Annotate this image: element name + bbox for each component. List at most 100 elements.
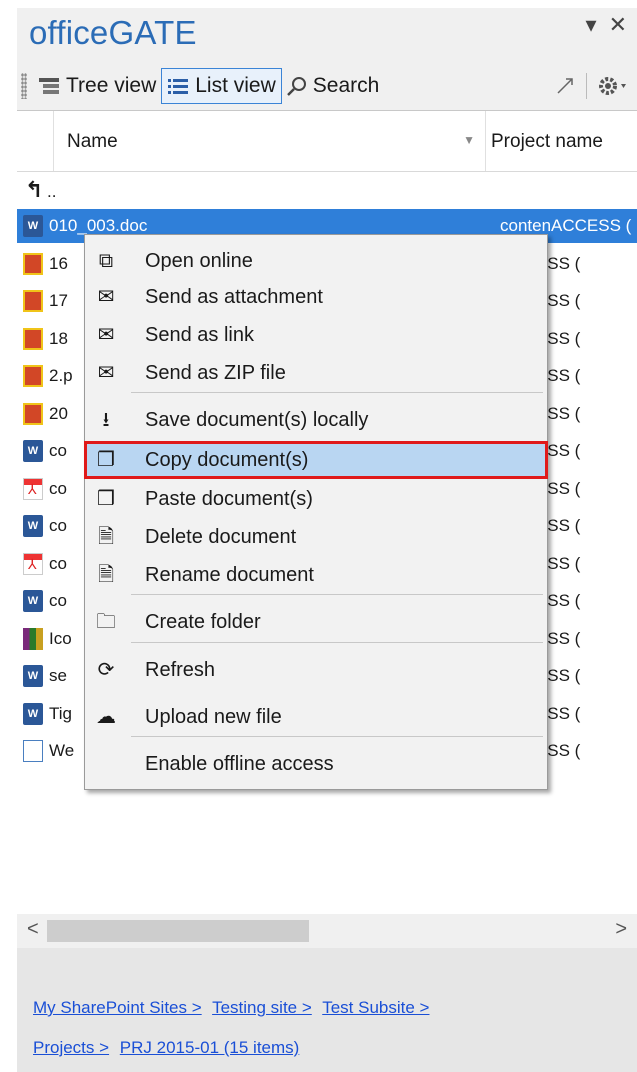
open-external-icon: ⧉: [98, 250, 114, 272]
context-menu: ⧉ Open online ✉ Send as attachment ✉ Send as …: [84, 234, 548, 790]
paste-icon: ❒: [97, 488, 115, 510]
search-icon: [286, 77, 306, 96]
word-icon: W: [23, 590, 43, 612]
name-column-header[interactable]: Name ▼: [53, 111, 486, 171]
archive-icon: [23, 627, 43, 650]
menu-item-label: Copy document(s): [145, 449, 309, 471]
file-name: co: [49, 591, 67, 610]
delete-document-icon: 🗎: [97, 526, 115, 548]
rename-document-icon: 🗎: [97, 564, 115, 586]
menu-separator: [131, 594, 543, 595]
scroll-thumb[interactable]: [47, 920, 309, 942]
menu-item-send-as-link[interactable]: ✉ Send as link: [85, 317, 547, 353]
list-view-label: List view: [195, 74, 276, 97]
upload-cloud-icon: ☁: [96, 706, 116, 728]
menu-item-label: Save document(s) locally: [145, 409, 369, 431]
menu-item-label: Send as link: [145, 324, 254, 346]
toolbar: Tree view List view Search: [17, 64, 637, 108]
menu-item-save-document-s-locally[interactable]: ⭳ Save document(s) locally: [85, 402, 547, 438]
menu-item-delete-document[interactable]: 🗎 Delete document: [85, 519, 547, 555]
up-arrow-icon: ↰: [25, 177, 44, 202]
collapse-icon[interactable]: [554, 75, 576, 97]
file-name: 010_003.doc: [49, 216, 148, 235]
pdf-icon: [23, 477, 43, 500]
breadcrumb-testing-site[interactable]: Testing site >: [212, 998, 312, 1017]
breadcrumb-projects[interactable]: Projects >: [33, 1038, 109, 1057]
file-name: co: [49, 553, 67, 573]
file-name: co: [49, 516, 67, 535]
powerpoint-icon: [23, 252, 43, 275]
menu-separator: [131, 736, 543, 737]
breadcrumb-test-subsite[interactable]: Test Subsite >: [322, 998, 429, 1017]
word-icon: W: [23, 215, 43, 237]
search-button[interactable]: Search: [282, 69, 385, 103]
close-icon[interactable]: ✕: [609, 12, 627, 38]
file-name: 18: [49, 328, 68, 348]
refresh-icon: ⟳: [97, 659, 115, 681]
parent-folder-label: ..: [47, 182, 57, 201]
menu-item-label: Create folder: [145, 611, 261, 633]
breadcrumb-my-sharepoint-sites[interactable]: My SharePoint Sites >: [33, 998, 202, 1017]
file-name: Tig: [49, 703, 72, 723]
menu-item-label: Refresh: [145, 659, 216, 681]
menu-item-label: Paste document(s): [145, 488, 313, 510]
mail-attachment-icon: ✉: [97, 286, 115, 308]
menu-item-label: Rename document: [145, 564, 314, 586]
menu-item-label: Enable offline access: [145, 753, 334, 775]
menu-item-upload-new-file[interactable]: ☁ Upload new file: [85, 699, 547, 735]
menu-item-paste-document-s[interactable]: ❒ Paste document(s): [85, 481, 547, 517]
parent-folder-row[interactable]: ↰ ..: [17, 175, 637, 209]
toolbar-right: [554, 73, 627, 99]
menu-separator: [131, 392, 543, 393]
word-icon: W: [23, 665, 43, 687]
mail-zip-icon: ✉: [97, 362, 115, 384]
menu-item-label: Delete document: [145, 526, 297, 548]
toolbar-grip[interactable]: [21, 73, 27, 99]
name-column-label: Name: [67, 131, 118, 152]
horizontal-scrollbar[interactable]: < >: [17, 914, 637, 948]
file-name: Ico: [49, 628, 72, 648]
pane-menu-icon[interactable]: ▾: [586, 12, 597, 38]
word-icon: W: [23, 440, 43, 462]
file-name: 17: [49, 291, 68, 310]
file-name: 16: [49, 253, 68, 273]
gear-icon[interactable]: [597, 75, 627, 97]
word-icon: W: [23, 702, 43, 725]
menu-item-send-as-attachment[interactable]: ✉ Send as attachment: [85, 279, 547, 315]
select-column-header[interactable]: [17, 111, 54, 171]
menu-item-label: Upload new file: [145, 706, 282, 728]
offline-access-icon: [93, 751, 119, 777]
mail-link-icon: ✉: [97, 324, 115, 346]
scroll-right-icon[interactable]: >: [615, 918, 627, 941]
title-controls: ▾ ✕: [586, 12, 627, 38]
project-name: contenACCESS (: [500, 216, 632, 235]
app-title: officeGATE: [29, 14, 197, 51]
search-label: Search: [312, 74, 380, 97]
file-name: co: [49, 441, 67, 460]
scroll-left-icon[interactable]: <: [27, 918, 39, 941]
menu-item-refresh[interactable]: ⟳ Refresh: [85, 652, 547, 688]
menu-item-enable-offline-access[interactable]: Enable offline access: [85, 746, 547, 782]
list-view-button[interactable]: List view: [161, 68, 282, 104]
file-name: se: [49, 666, 67, 685]
tree-view-icon: [39, 78, 59, 94]
pdf-icon: [23, 552, 43, 575]
menu-item-create-folder[interactable]: 🗀 Create folder: [85, 604, 547, 640]
breadcrumb-prj-2015-01[interactable]: PRJ 2015-01 (15 items): [120, 1038, 300, 1057]
menu-item-label: Send as ZIP file: [145, 362, 286, 384]
create-folder-icon: 🗀: [96, 611, 116, 633]
list-view-icon: [168, 79, 189, 94]
sort-dropdown-icon[interactable]: ▼: [463, 133, 475, 147]
menu-item-copy-document-s[interactable]: ❐ Copy document(s): [84, 441, 548, 479]
powerpoint-icon: [23, 365, 43, 387]
menu-item-open-online[interactable]: ⧉ Open online: [85, 243, 547, 279]
menu-item-send-as-zip-file[interactable]: ✉ Send as ZIP file: [85, 355, 547, 391]
menu-item-label: Open online: [145, 250, 253, 272]
powerpoint-icon: [23, 327, 43, 350]
tree-view-button[interactable]: Tree view: [33, 69, 161, 103]
file-name: 2.p: [49, 366, 73, 385]
project-column-header[interactable]: Project name: [491, 131, 603, 153]
powerpoint-icon: [23, 402, 43, 425]
footer: My SharePoint Sites > Testing site > Tes…: [17, 948, 637, 1072]
menu-item-rename-document[interactable]: 🗎 Rename document: [85, 557, 547, 593]
